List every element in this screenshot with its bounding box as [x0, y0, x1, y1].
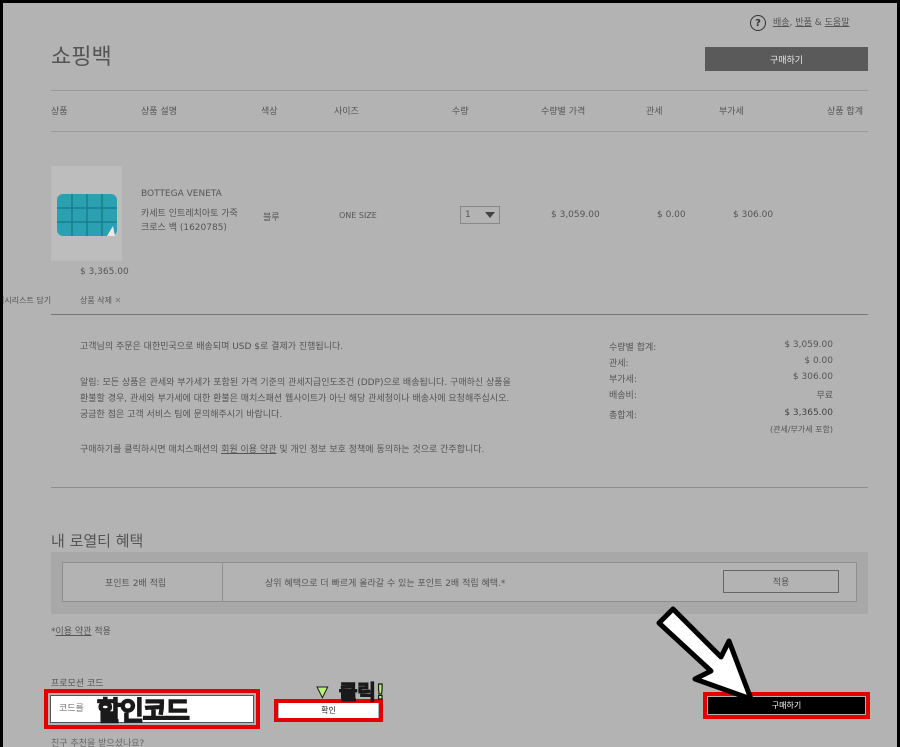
divider	[51, 90, 868, 91]
item-brand[interactable]: BOTTEGA VENETA	[141, 189, 222, 199]
item-duty: $ 0.00	[657, 210, 686, 220]
vat-value: $ 306.00	[792, 372, 833, 382]
notice-currency: 고객님의 주문은 대한민국으로 배송되며 USD $로 결제가 진행됩니다.	[80, 342, 344, 352]
item-unit-price: $ 3,059.00	[551, 210, 600, 220]
shipping-label: 배송비:	[609, 391, 637, 401]
referral-link[interactable]: 친구 추천을 받으셨나요?	[51, 736, 144, 747]
loyalty-terms: *이용 약관 적용	[51, 627, 111, 637]
loyalty-terms-link[interactable]: 이용 약관	[56, 627, 92, 637]
grand-total-note: (관세/부가세 포함)	[770, 425, 833, 434]
col-qty: 수량	[452, 107, 469, 117]
close-icon[interactable]: ✕	[115, 296, 122, 305]
grand-total-value: $ 3,365.00	[784, 408, 833, 418]
item-name-line2[interactable]: 크로스 백 (1620785)	[141, 220, 227, 233]
quantity-value: 1	[465, 210, 471, 220]
delete-item-link[interactable]: 상품 삭제 ✕	[80, 295, 121, 306]
notice-terms: 구매하기를 클릭하시면 매치스패션의 회원 이용 약관 및 개인 정보 보호 정…	[80, 445, 485, 455]
subtotal-value: $ 3,059.00	[784, 340, 833, 350]
col-description: 상품 설명	[141, 107, 177, 117]
item-name-line1[interactable]: 카세트 인트레치아토 가죽	[141, 206, 238, 219]
help-link-help[interactable]: 도움말	[825, 18, 850, 28]
apply-benefit-button[interactable]: 적용	[723, 570, 839, 593]
duty-label: 관세:	[609, 359, 629, 369]
page-title: 쇼핑백	[51, 45, 112, 70]
shopping-bag-page: ? 배송, 반품 & 도움말 쇼핑백 구매하기 상품 상품 설명 색상 사이즈 …	[0, 0, 900, 747]
loyalty-title: 내 로열티 혜택	[51, 532, 144, 550]
help-links: 배송, 반품 & 도움말	[773, 18, 850, 28]
vat-label: 부가세:	[609, 375, 637, 385]
promo-overlay-label: 할인코드	[96, 696, 190, 728]
loyalty-benefit-desc: 상위 혜택으로 더 빠르게 올라갈 수 있는 포인트 2배 적립 혜택.*	[265, 579, 506, 589]
col-product: 상품	[51, 107, 68, 117]
duty-value: $ 0.00	[804, 356, 833, 366]
col-color: 색상	[261, 107, 278, 117]
terms-link[interactable]: 회원 이용 약관	[221, 445, 276, 455]
item-color: 블루	[263, 213, 280, 223]
buy-button-top[interactable]: 구매하기	[705, 47, 868, 71]
item-vat: $ 306.00	[733, 210, 774, 220]
grand-total-label: 총합계:	[609, 411, 637, 421]
item-size: ONE SIZE	[339, 211, 377, 220]
subtotal-label: 수량별 합계:	[609, 343, 657, 353]
divider	[222, 563, 223, 601]
promo-label: 프로모션 코드	[51, 679, 104, 689]
notice-ddp: 알림: 모든 상품은 관세와 부가세가 포함된 가격 기준의 관세지급인도조건 …	[80, 378, 511, 420]
quantity-select[interactable]: 1	[460, 206, 500, 224]
col-duty: 관세	[646, 107, 663, 117]
divider	[51, 131, 868, 132]
col-size: 사이즈	[334, 107, 359, 117]
col-vat: 부가세	[719, 107, 744, 117]
bag-image-icon	[56, 193, 117, 236]
triangle-down-icon: ▼	[317, 684, 329, 701]
add-to-wishlist-link[interactable]: 위시리스트 담기	[3, 295, 51, 306]
pointer-arrow-icon	[656, 606, 754, 702]
click-hint-label: 클릭!	[338, 679, 385, 704]
col-unit-price: 수량별 가격	[541, 107, 586, 117]
promo-confirm-button[interactable]: 확인	[279, 703, 378, 718]
help-link-returns[interactable]: 반품	[795, 18, 812, 28]
shipping-value: 무료	[816, 391, 833, 401]
loyalty-benefit-name: 포인트 2배 적립	[105, 579, 167, 589]
item-subtotal: $ 3,365.00	[80, 267, 129, 277]
help-icon[interactable]: ?	[750, 15, 766, 31]
help-link-shipping[interactable]: 배송	[773, 18, 790, 28]
product-image[interactable]	[51, 166, 122, 261]
chevron-down-icon	[485, 212, 495, 218]
col-total: 상품 합계	[827, 107, 863, 117]
